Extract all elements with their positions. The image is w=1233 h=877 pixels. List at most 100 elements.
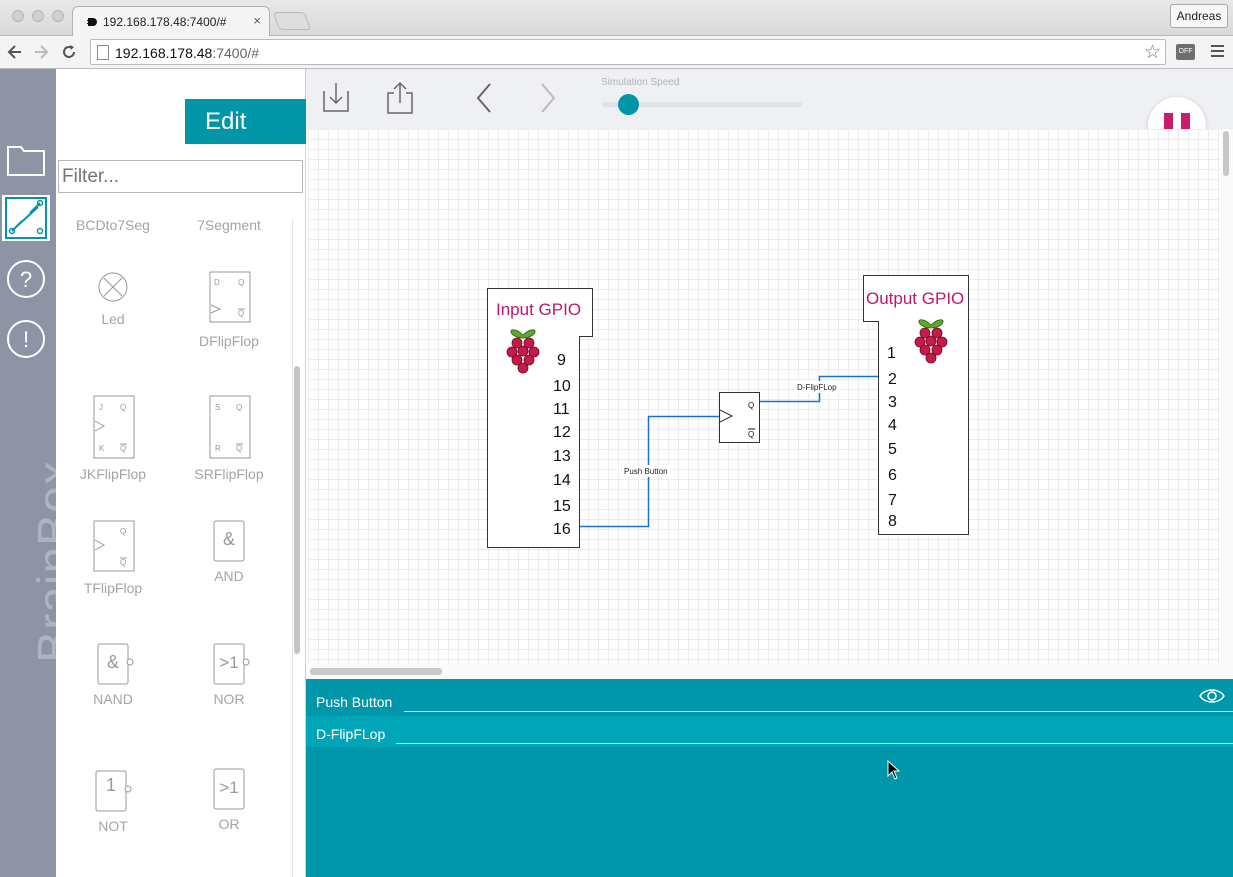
wire-d-flipflop[interactable]: D-FlipFLop [760,375,878,403]
svg-text:R: R [215,444,221,453]
browser-toolbar: 192.168.178.48:7400/# ☆ OFF [0,36,1233,69]
svg-text:8: 8 [888,513,897,530]
svg-text:>1: >1 [219,653,238,672]
tflipflop-icon: Q Q [93,520,135,572]
svg-text:Q: Q [120,558,126,567]
palette-item-jkflipflop[interactable]: J Q K Q JKFlipFlop [58,395,168,482]
output-gpio-block[interactable]: Output GPIO 1 2 3 4 5 6 7 8 [863,275,969,535]
svg-text:Q: Q [238,309,244,318]
svg-text:13: 13 [553,448,571,465]
svg-text:5: 5 [888,441,897,458]
favicon-icon [87,18,97,26]
bookmark-star-icon[interactable]: ☆ [1144,41,1161,64]
svg-text:Q: Q [120,444,126,453]
svg-text:K: K [99,444,105,453]
palette-item-bcdto7seg[interactable]: BCDto7Seg [58,219,168,241]
dflipflop-component[interactable]: Q Q [719,392,760,443]
svg-text:2: 2 [888,371,897,388]
circuit-drawing: Input GPIO 9 10 11 12 13 14 15 16 Output… [487,275,969,548]
svg-text:D-FlipFLop: D-FlipFLop [797,383,837,392]
dflipflop-icon: D Q Q [209,271,251,323]
svg-text:D: D [214,278,220,287]
redo-chevron-right-icon[interactable] [538,82,558,114]
minimize-window-button[interactable] [32,10,44,22]
maximize-window-button[interactable] [52,10,64,22]
forward-icon[interactable] [30,42,52,62]
new-tab-button[interactable] [272,12,312,30]
svg-text:7: 7 [888,492,897,509]
circuit-canvas[interactable]: Input GPIO 9 10 11 12 13 14 15 16 Output… [308,129,1220,664]
input-gpio-block[interactable]: Input GPIO 9 10 11 12 13 14 15 16 [487,288,593,548]
download-icon[interactable] [320,81,352,115]
palette-item-tflipflop[interactable]: Q Q TFlipFlop [58,520,168,596]
palette-list: BCDto7Seg 7Segment Led D Q Q DFlipFlop J… [56,219,290,877]
palette-item-nor[interactable]: >1 NOR [174,643,284,709]
share-icon[interactable] [384,81,416,115]
folder-icon[interactable] [4,137,48,181]
svg-text:?: ? [20,267,32,292]
tab-close-icon[interactable]: × [253,13,261,28]
simulation-speed-label: Simulation Speed [601,77,680,88]
palette-item-nand[interactable]: & NAND [58,643,168,709]
svg-text:&: & [107,652,119,672]
svg-text:1: 1 [887,345,896,362]
browser-menu-icon[interactable] [1211,45,1224,59]
back-icon[interactable] [4,42,26,62]
svg-text:1: 1 [106,775,116,795]
mouse-cursor-icon [887,760,901,780]
undo-chevron-left-icon[interactable] [474,82,494,114]
palette-item-not[interactable]: 1 NOT [58,770,168,836]
eye-icon[interactable] [1199,687,1225,705]
canvas-horizontal-scrollbar[interactable] [308,664,1233,678]
close-window-button[interactable] [12,10,24,22]
svg-text:S: S [215,403,220,412]
palette-item-dflipflop[interactable]: D Q Q DFlipFlop [174,271,284,351]
palette-item-or[interactable]: >1 OR [174,768,284,834]
tab-title: 192.168.178.48:7400/# [103,15,227,29]
circuit-icon[interactable] [2,195,50,241]
svg-text:Input GPIO: Input GPIO [496,300,581,319]
editor-toolbar: Simulation Speed [306,69,1233,129]
svg-text:10: 10 [553,378,571,395]
not-gate-icon: 1 [95,770,132,812]
jkflipflop-icon: J Q K Q [93,395,135,459]
address-bar[interactable]: 192.168.178.48:7400/# ☆ [90,39,1166,65]
svg-text:12: 12 [553,424,571,441]
probe-panel: Push Button D-FlipFLop [306,679,1233,877]
simulation-speed-knob[interactable] [617,94,639,115]
svg-text:>1: >1 [219,778,238,797]
nor-gate-icon: >1 [213,643,250,685]
wire-push-button[interactable]: Push Button [580,415,719,528]
svg-text:Q: Q [748,430,754,439]
app-sidebar-rail: ? ! BrainBox [0,69,82,877]
svg-text:11: 11 [553,401,570,418]
svg-text:J: J [99,403,103,412]
and-gate-icon: & [213,520,245,562]
page-icon [97,45,109,60]
svg-text:16: 16 [553,521,571,538]
probe-row[interactable]: D-FlipFLop [306,716,1233,747]
edit-button[interactable]: Edit [185,99,306,144]
url-text: 192.168.178.48:7400/# [115,45,260,61]
srflipflop-icon: S Q R Q [209,395,251,459]
browser-tab[interactable]: 192.168.178.48:7400/# × [72,6,270,36]
palette-item-and[interactable]: & AND [174,520,284,586]
svg-text:9: 9 [557,352,566,369]
canvas-vertical-scrollbar[interactable] [1221,129,1233,664]
info-icon[interactable]: ! [4,317,48,361]
palette-item-7segment[interactable]: 7Segment [174,219,284,241]
help-icon[interactable]: ? [4,257,48,301]
palette-scrollbar[interactable] [292,219,302,877]
palette-item-srflipflop[interactable]: S Q R Q SRFlipFlop [174,395,284,482]
svg-text:4: 4 [888,417,897,434]
svg-text:!: ! [23,327,29,352]
probe-row[interactable]: Push Button [306,683,1233,716]
profile-button[interactable]: Andreas [1170,4,1228,28]
nand-gate-icon: & [97,643,134,685]
svg-text:Q: Q [120,403,126,412]
reload-icon[interactable] [58,42,80,62]
filter-input[interactable] [58,160,303,193]
svg-text:Push Button: Push Button [624,467,668,476]
palette-item-led[interactable]: Led [58,269,168,329]
extension-off-badge[interactable]: OFF [1176,44,1195,60]
